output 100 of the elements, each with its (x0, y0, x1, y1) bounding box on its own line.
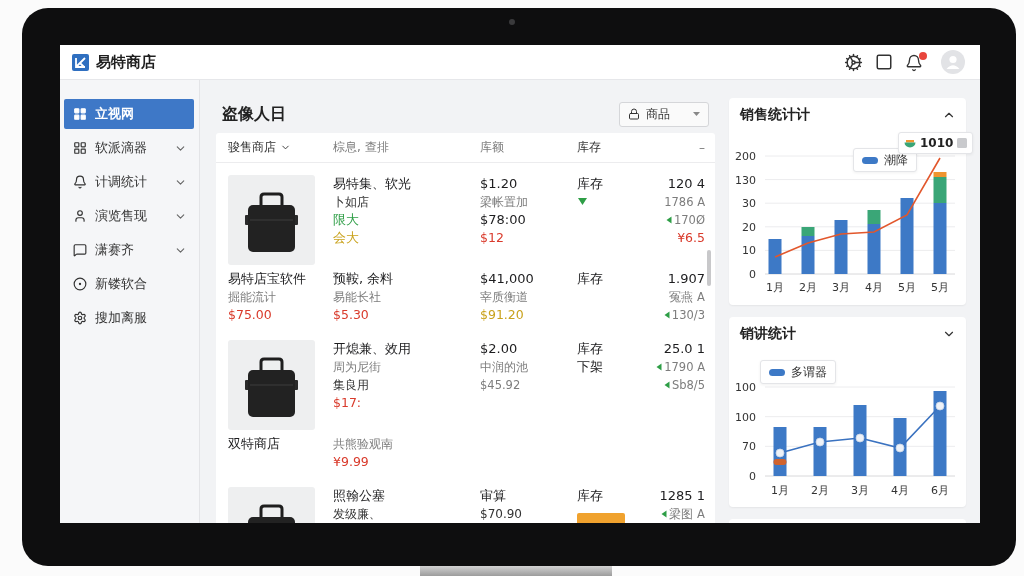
column-header[interactable]: 骏售商店 (228, 139, 291, 156)
axis-category-label: 5月 (931, 281, 949, 294)
table-cell: 易特店宝软件 (228, 270, 306, 288)
sidebar-item[interactable]: 软派滴器 (64, 133, 194, 163)
data-point (895, 443, 905, 453)
table-cell: $5.30 (333, 306, 369, 324)
table-cell: 库存 (577, 270, 603, 288)
axis-tick-label: 100 (735, 410, 756, 424)
table-cell-text: 易能长社 (333, 289, 381, 306)
page-title: 盗像人日 (222, 103, 286, 125)
chart-bar (801, 227, 815, 274)
table-cell-text: 梁帐置加 (480, 194, 528, 211)
table-cell-text: 1790 A (664, 359, 705, 376)
table-cell-text: 宰质衡道 (480, 289, 528, 306)
table-cell: $17: (333, 394, 362, 412)
table-cell-text: 梁图 A (669, 506, 705, 523)
table-cell-text: 中润的池 (480, 359, 528, 376)
chart-bar (867, 210, 881, 274)
table-cell: $1.20 (480, 175, 518, 193)
filter-button[interactable]: 商品 (619, 101, 709, 127)
data-marker (773, 459, 787, 465)
table-cell-text: 130/3 (671, 307, 705, 324)
legend-label: 多谓器 (791, 364, 827, 380)
table-cell: ¥6.5 (677, 229, 705, 247)
table-cell: 双特商店 (228, 435, 280, 453)
table-cell: $78:00 (480, 211, 526, 229)
sidebar-item[interactable]: 立视网 (64, 99, 194, 129)
table-cell: 25.0 1 (663, 340, 705, 358)
axis-category-label: 2月 (799, 281, 817, 294)
column-header: 棕息, 查排 (333, 139, 389, 156)
sidebar-item[interactable]: 搜加离服 (64, 303, 194, 333)
legend-label: 潮降 (884, 152, 908, 168)
table-cell-text: 冤燕 A (669, 289, 705, 306)
grid-icon (73, 107, 87, 121)
table-cell-text: Sb8/5 (671, 377, 705, 394)
table-cell: 1285 1 (659, 487, 705, 505)
table-cell-text: 周为尼街 (333, 359, 381, 376)
axis-category-label: 1月 (771, 484, 789, 497)
table-cell: $91.20 (480, 306, 524, 324)
sidebar-item[interactable]: 新镂软合 (64, 269, 194, 299)
axis-category-label: 5月 (898, 281, 916, 294)
data-point (775, 448, 785, 458)
chart-bar (853, 405, 867, 476)
app-title: 易特商店 (96, 52, 156, 72)
axis-tick-label: 200 (735, 150, 756, 163)
camera-icon (509, 19, 515, 25)
axis-tick-label: 0 (749, 470, 756, 483)
table-cell: 库存 (577, 487, 603, 505)
lock-icon (628, 108, 640, 120)
table-cell-text: 掘能流计 (228, 289, 276, 306)
caret-icon (693, 112, 700, 116)
axis-tick-label: 10 (742, 244, 756, 258)
grid-icon (73, 141, 87, 155)
table-cell: 1.907 (667, 270, 705, 288)
table-cell-text: 发级廉、 (333, 506, 381, 523)
table-cell-text: $70.90 (480, 506, 522, 523)
axis-tick-label: 0 (749, 268, 756, 281)
table-cell: 库存 (577, 340, 603, 358)
table-cell: 库存 (577, 175, 603, 193)
table-cell: $12 (480, 229, 504, 247)
axis-tick-label: 70 (742, 440, 756, 454)
scrollbar-thumb[interactable] (707, 250, 711, 286)
square-icon (957, 138, 968, 148)
bell-icon (73, 175, 87, 189)
sidebar-item[interactable]: 计调统计 (64, 167, 194, 197)
axis-tick-label: 20 (742, 220, 756, 234)
axis-category-label: 4月 (865, 281, 883, 294)
sidebar-item[interactable]: 演览售现 (64, 201, 194, 231)
square-icon[interactable] (875, 53, 893, 71)
chart-bar (768, 239, 782, 274)
data-point (815, 437, 825, 447)
legend-swatch-icon (769, 368, 785, 376)
card-title: 销售统计计 (740, 106, 810, 124)
axis-category-label: 2月 (811, 484, 829, 497)
sidebar-item[interactable]: 潇赛齐 (64, 235, 194, 265)
table-cell: 120 4 (667, 175, 705, 193)
axis-tick-label: 100 (735, 381, 756, 394)
data-point (935, 401, 945, 411)
bell-icon[interactable] (905, 54, 923, 72)
column-header: 库额 (480, 139, 504, 156)
table-cell-text: 共熊验观南 (333, 436, 393, 453)
table-cell-text: 集良用 (333, 377, 369, 394)
gear-icon[interactable] (844, 52, 863, 72)
table-cell: $75.00 (228, 306, 272, 324)
user-icon (73, 209, 87, 223)
axis-category-label: 3月 (832, 281, 850, 294)
table-cell: 照翰公塞 (333, 487, 385, 505)
data-point (855, 433, 865, 443)
table-cell: $41,000 (480, 270, 534, 288)
legend-swatch-icon (862, 156, 878, 164)
axis-category-label: 1月 (766, 281, 784, 294)
table-cell-text: 卜如店 (333, 194, 369, 211)
table-cell: $2.00 (480, 340, 518, 358)
table-cell: 预鞍, 余料 (333, 270, 394, 288)
settings-icon (73, 311, 87, 325)
axis-tick-label: 130 (735, 173, 756, 187)
axis-category-label: 6月 (931, 484, 949, 497)
table-cell: 审算 (480, 487, 506, 505)
tooltip-value: 1010 (920, 136, 954, 150)
column-header: – (699, 140, 705, 155)
